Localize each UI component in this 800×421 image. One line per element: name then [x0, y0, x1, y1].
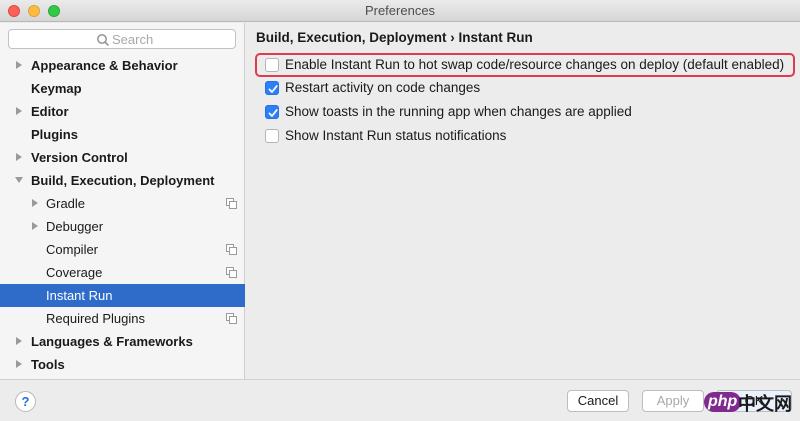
option-label: Enable Instant Run to hot swap code/reso… [285, 57, 785, 72]
restart-activity-checkbox[interactable] [265, 81, 279, 95]
chevron-right-icon[interactable] [14, 60, 24, 70]
sidebar-item-label: Compiler [46, 242, 99, 257]
title-bar[interactable]: Preferences [0, 0, 800, 22]
status-notifications-checkbox[interactable] [265, 129, 279, 143]
chevron-right-icon[interactable] [30, 221, 40, 231]
sidebar-item-editor[interactable]: Editor [0, 100, 245, 123]
sidebar-item-label: Tools [31, 357, 65, 372]
sidebar-item-label: Keymap [31, 81, 82, 96]
project-settings-icon [226, 198, 237, 209]
chevron-right-icon[interactable] [30, 198, 40, 208]
search-placeholder: Search [112, 32, 154, 47]
chevron-right-icon[interactable] [14, 359, 24, 369]
window-title: Preferences [364, 3, 436, 18]
project-settings-icon [226, 267, 237, 278]
sidebar-item-keymap[interactable]: Keymap [0, 77, 245, 100]
chevron-down-icon[interactable] [14, 175, 24, 185]
settings-panel: Build, Execution, Deployment › Instant R… [246, 23, 800, 379]
cancel-button[interactable]: Cancel [567, 390, 629, 412]
sidebar-item-label: Appearance & Behavior [31, 58, 178, 73]
option-label: Restart activity on code changes [285, 80, 481, 95]
settings-sidebar: Search Appearance & Behavior Keymap Edit… [0, 23, 245, 379]
sidebar-item-label: Build, Execution, Deployment [31, 173, 215, 188]
checkmark-icon [268, 109, 278, 117]
dialog-footer: ? Cancel Apply OK [0, 379, 800, 421]
chevron-right-icon[interactable] [14, 336, 24, 346]
sidebar-item-label: Editor [31, 104, 69, 119]
option-label: Show Instant Run status notifications [285, 128, 507, 143]
sidebar-item-languages-frameworks[interactable]: Languages & Frameworks [0, 330, 245, 353]
sidebar-item-label: Plugins [31, 127, 78, 142]
sidebar-item-instant-run[interactable]: Instant Run [0, 284, 245, 307]
sidebar-item-plugins[interactable]: Plugins [0, 123, 245, 146]
sidebar-item-label: Instant Run [46, 288, 113, 303]
help-button[interactable]: ? [15, 391, 36, 412]
sidebar-item-label: Debugger [46, 219, 104, 234]
watermark-logo: php 中文网 [704, 386, 796, 418]
watermark-brand: php [704, 392, 742, 412]
project-settings-icon [226, 313, 237, 324]
project-settings-icon [226, 244, 237, 255]
breadcrumb: Build, Execution, Deployment › Instant R… [256, 30, 533, 45]
sidebar-item-version-control[interactable]: Version Control [0, 146, 245, 169]
apply-button[interactable]: Apply [642, 390, 704, 412]
sidebar-item-appearance-behavior[interactable]: Appearance & Behavior [0, 54, 245, 77]
sidebar-item-label: Languages & Frameworks [31, 334, 193, 349]
sidebar-item-gradle[interactable]: Gradle [0, 192, 245, 215]
preferences-window: Preferences Search Appearance & Behavior… [0, 0, 800, 421]
sidebar-item-compiler[interactable]: Compiler [0, 238, 245, 261]
sidebar-item-coverage[interactable]: Coverage [0, 261, 245, 284]
sidebar-item-label: Version Control [31, 150, 128, 165]
option-label: Show toasts in the running app when chan… [285, 104, 632, 119]
sidebar-item-tools[interactable]: Tools [0, 353, 245, 376]
sidebar-item-build-execution-deployment[interactable]: Build, Execution, Deployment [0, 169, 245, 192]
sidebar-item-label: Gradle [46, 196, 86, 211]
search-icon [97, 34, 110, 47]
sidebar-item-debugger[interactable]: Debugger [0, 215, 245, 238]
chevron-right-icon[interactable] [14, 152, 24, 162]
enable-instant-run-checkbox[interactable] [265, 58, 279, 72]
show-toasts-checkbox[interactable] [265, 105, 279, 119]
sidebar-item-required-plugins[interactable]: Required Plugins [0, 307, 245, 330]
chevron-right-icon[interactable] [14, 106, 24, 116]
search-input[interactable]: Search [8, 29, 236, 49]
watermark-site: 中文网 [738, 394, 792, 414]
sidebar-item-label: Coverage [46, 265, 103, 280]
sidebar-item-label: Required Plugins [46, 311, 146, 326]
checkmark-icon [268, 85, 278, 93]
